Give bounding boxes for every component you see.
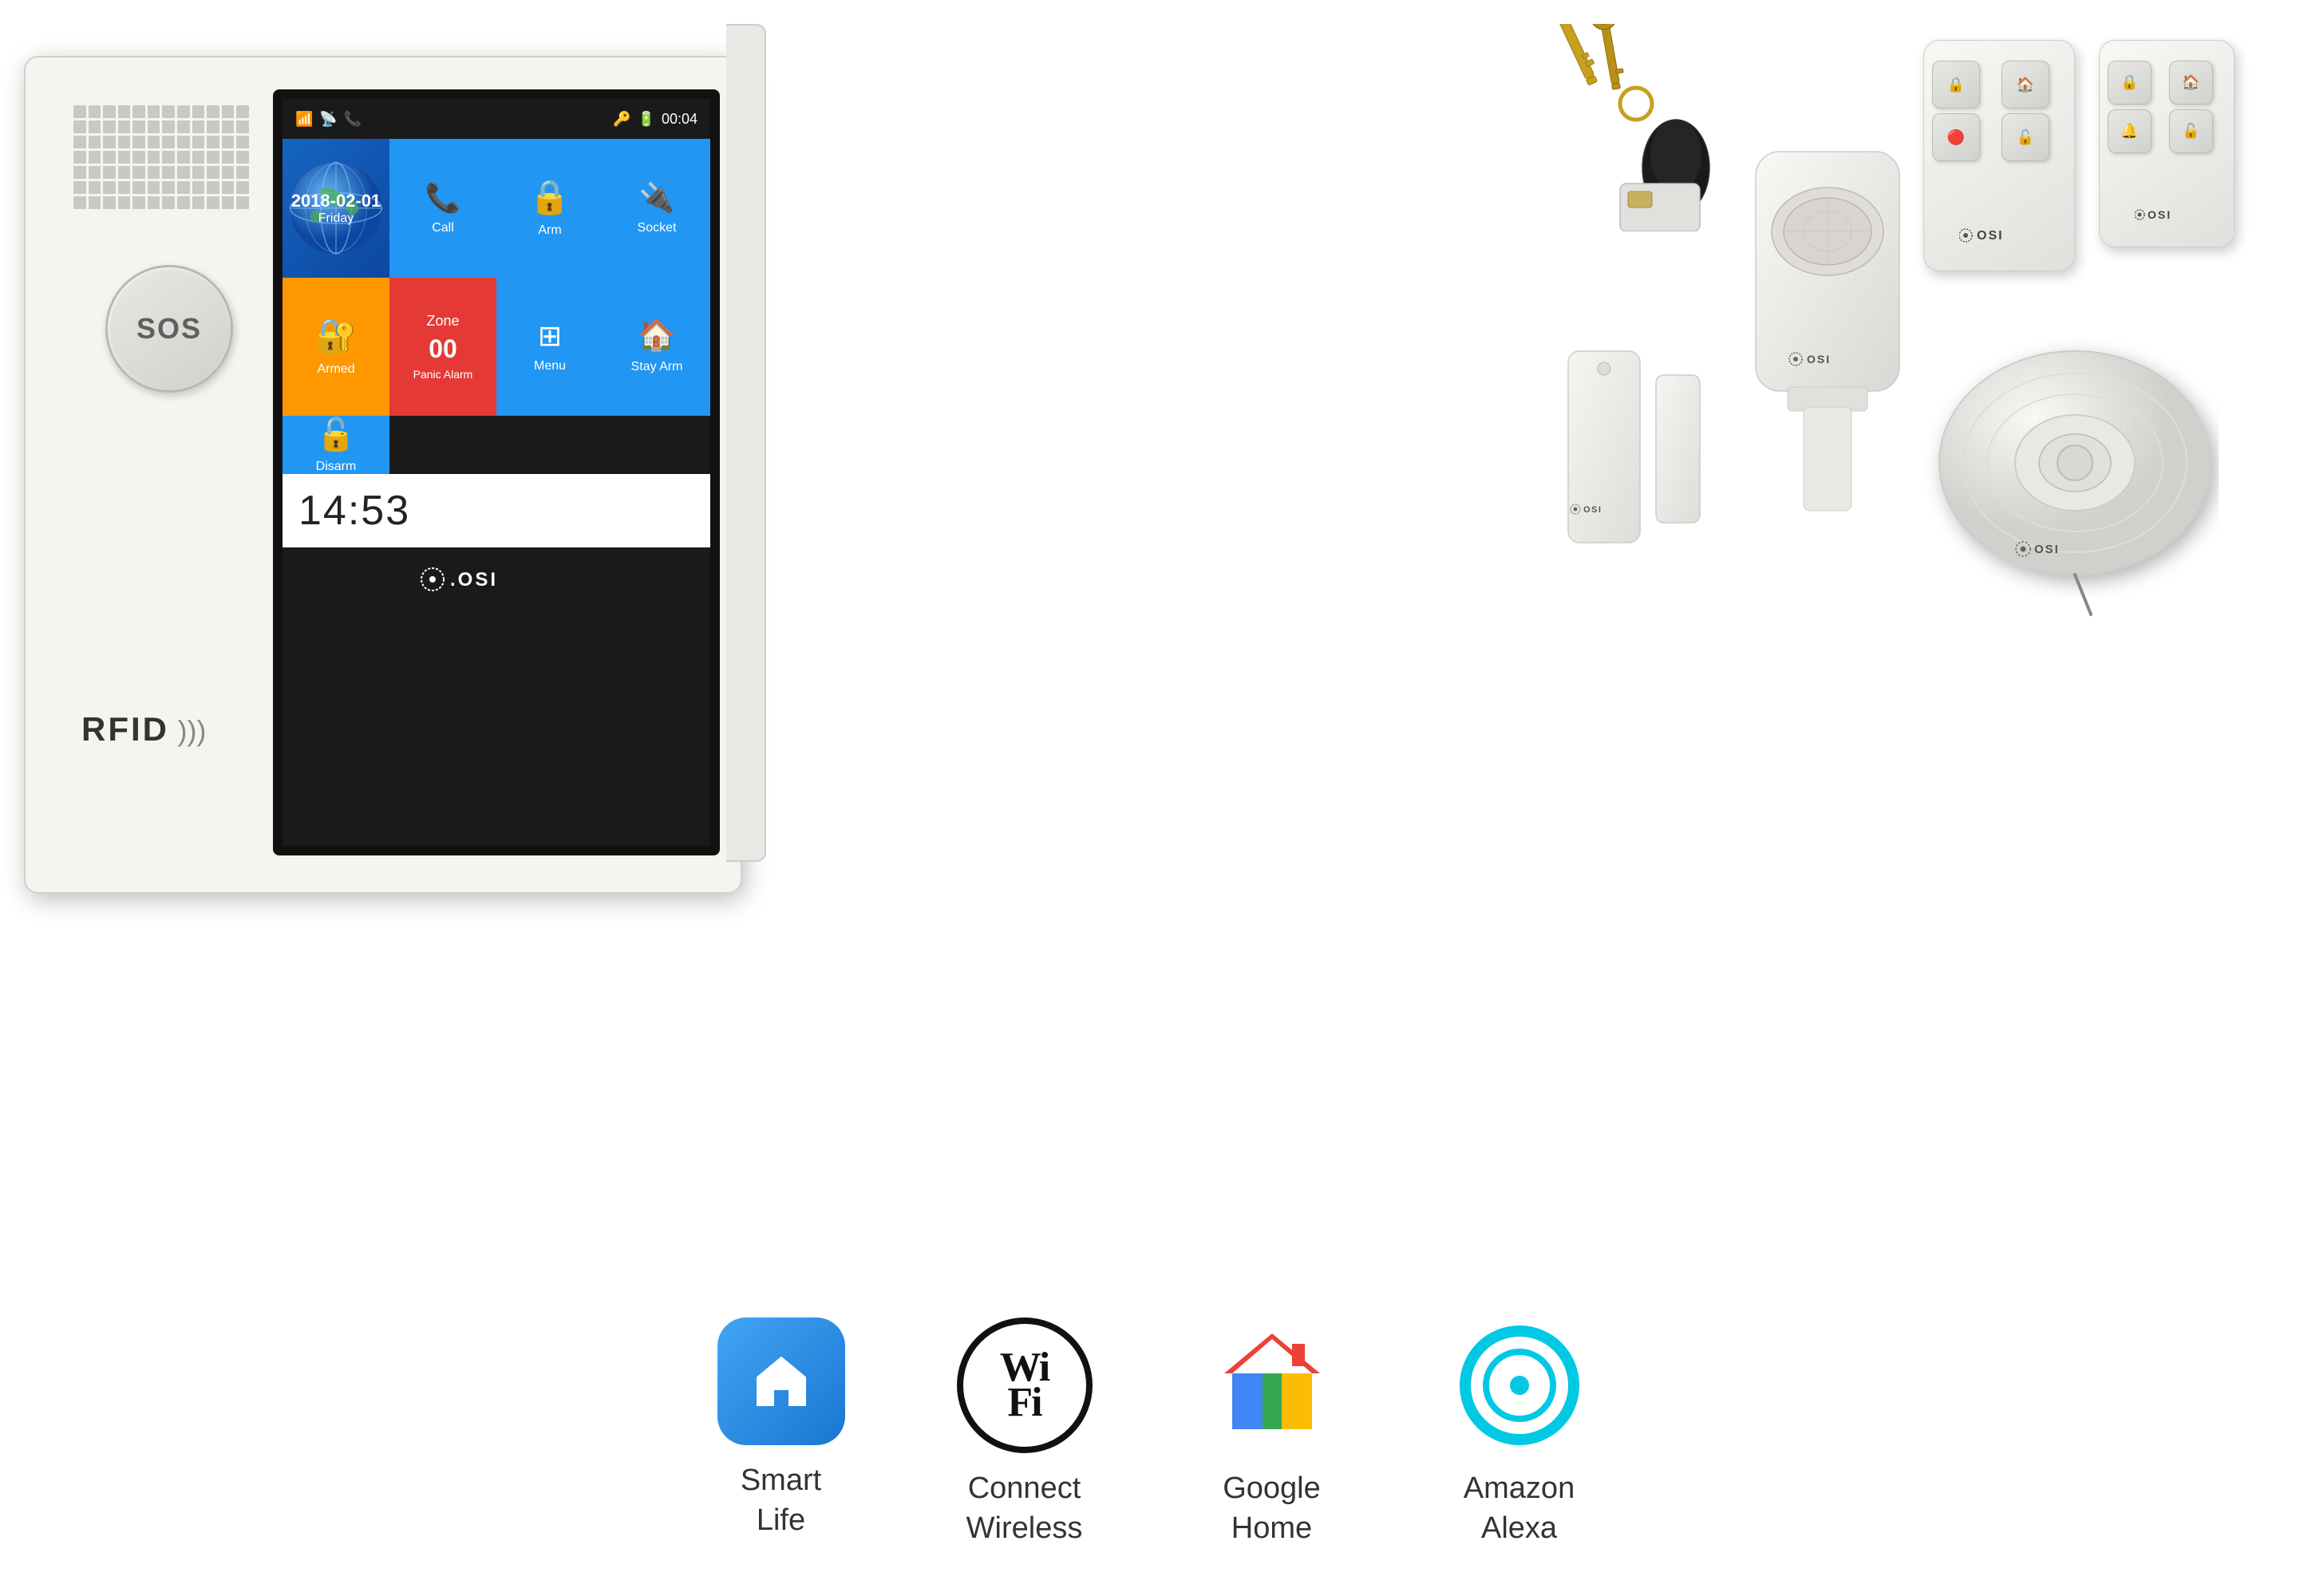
panic-label: Panic Alarm bbox=[413, 368, 473, 381]
pir-sensor: OSI bbox=[1740, 104, 1915, 527]
tile-day-value: Friday bbox=[318, 211, 354, 226]
sos-label: SOS bbox=[136, 312, 202, 346]
speaker-grille: // Will be rendered via JS below bbox=[73, 105, 249, 209]
wifi-group: Wi Fi ConnectWireless bbox=[957, 1317, 1093, 1548]
remote-2-btn-sos[interactable]: 🔔 bbox=[2108, 109, 2152, 153]
arm-icon: 🔒 bbox=[529, 178, 571, 217]
osi-logo-screen: .OSI bbox=[417, 563, 576, 595]
tile-disarm[interactable]: 🔓 Disarm bbox=[283, 416, 389, 474]
status-bar: 📶 📡 📞 🔑 🔋 00:04 bbox=[283, 99, 710, 139]
stay-arm-icon: 🏠 bbox=[638, 318, 675, 354]
tile-armed[interactable]: 🔐 Armed bbox=[283, 278, 389, 417]
alarm-panel: // Will be rendered via JS below SOS RFI… bbox=[24, 56, 742, 894]
armed-icon: 🔐 bbox=[315, 317, 357, 356]
siren-svg: OSI bbox=[1915, 303, 2219, 638]
screen-clock: 14:53 bbox=[283, 474, 710, 547]
tile-socket[interactable]: 🔌 Socket bbox=[603, 139, 710, 278]
menu-label: Menu bbox=[534, 359, 566, 373]
tile-grid: 2018-02-01 Friday 📞 Call 🔒 Arm 🔌 bbox=[283, 139, 710, 474]
socket-icon: 🔌 bbox=[639, 181, 675, 215]
svg-text:OSI: OSI bbox=[1977, 229, 2004, 243]
remotes-group: 🔒 🏠 🔴 🔓 OSI 🔒 🏠 🔔 bbox=[1923, 40, 2235, 271]
disarm-label: Disarm bbox=[316, 460, 357, 474]
remote-btn-sos[interactable]: 🔴 bbox=[1932, 113, 1980, 161]
pir-svg: OSI bbox=[1740, 104, 1915, 527]
clock-time: 14:53 bbox=[298, 488, 410, 534]
remote-btn-unlock[interactable]: 🔓 bbox=[2002, 113, 2049, 161]
alexa-group: AmazonAlexa bbox=[1452, 1317, 1587, 1548]
phone-icon: 📞 bbox=[344, 111, 362, 128]
tile-date-value: 2018-02-01 bbox=[291, 191, 381, 211]
google-home-label: GoogleHome bbox=[1223, 1469, 1321, 1548]
siren: OSI bbox=[1915, 303, 2219, 638]
signal-icon: 📶 bbox=[295, 111, 313, 128]
tile-call[interactable]: 📞 Call bbox=[389, 139, 496, 278]
wifi-label: ConnectWireless bbox=[966, 1469, 1083, 1548]
socket-label: Socket bbox=[638, 221, 677, 235]
remote-btn-lock[interactable]: 🔒 bbox=[1932, 61, 1980, 109]
menu-icon: ⊞ bbox=[538, 319, 562, 353]
product-area: // Will be rendered via JS below SOS RFI… bbox=[24, 24, 2259, 1101]
svg-text:OSI: OSI bbox=[2148, 208, 2172, 221]
remote-2-btn-home[interactable]: 🏠 bbox=[2169, 61, 2213, 105]
keys-svg bbox=[1516, 24, 1772, 231]
key-icon: 🔑 bbox=[613, 111, 630, 128]
tile-stay-arm[interactable]: 🏠 Stay Arm bbox=[603, 278, 710, 417]
remote-2-logo-svg: OSI bbox=[2135, 205, 2199, 224]
panel-edge bbox=[726, 24, 766, 862]
armed-label: Armed bbox=[317, 362, 354, 377]
rfid-label: RFID ))) bbox=[81, 710, 206, 749]
status-right: 🔑 🔋 00:04 bbox=[613, 111, 698, 128]
touch-screen[interactable]: 📶 📡 📞 🔑 🔋 00:04 bbox=[273, 89, 720, 855]
smart-life-icon[interactable] bbox=[717, 1317, 845, 1445]
remote-2: 🔒 🏠 🔔 🔓 OSI bbox=[2099, 40, 2235, 247]
wifi-icon-container[interactable]: Wi Fi bbox=[957, 1317, 1093, 1453]
alexa-label: AmazonAlexa bbox=[1464, 1469, 1575, 1548]
tile-panic[interactable]: Zone 00 Panic Alarm bbox=[389, 278, 496, 417]
door-sensor-svg: OSI bbox=[1564, 335, 1724, 559]
tile-arm[interactable]: 🔒 Arm bbox=[496, 139, 603, 278]
remote-2-btn-lock[interactable]: 🔒 bbox=[2108, 61, 2152, 105]
status-left: 📶 📡 📞 bbox=[295, 111, 362, 128]
smart-life-group: SmartLife bbox=[717, 1317, 845, 1540]
wifi-status-icon: 📡 bbox=[319, 111, 337, 128]
keys-group bbox=[1516, 24, 1772, 231]
door-sensor: OSI bbox=[1564, 335, 1724, 563]
remote-btn-home[interactable]: 🏠 bbox=[2002, 61, 2049, 109]
svg-text:OSI: OSI bbox=[1807, 353, 1831, 365]
alexa-icon[interactable] bbox=[1452, 1317, 1587, 1453]
call-label: Call bbox=[432, 221, 454, 235]
status-time: 00:04 bbox=[662, 111, 698, 128]
disarm-icon: 🔓 bbox=[316, 416, 356, 453]
call-icon: 📞 bbox=[425, 181, 461, 215]
sos-button[interactable]: SOS bbox=[105, 265, 233, 393]
zone-number: 00 bbox=[429, 336, 457, 361]
arm-label: Arm bbox=[538, 223, 561, 238]
remote-2-btn-unlock[interactable]: 🔓 bbox=[2169, 109, 2213, 153]
zone-top-label: Zone bbox=[426, 313, 459, 330]
screen-bottom: .OSI bbox=[283, 547, 710, 611]
rfid-text: RFID bbox=[81, 710, 169, 748]
tile-date[interactable]: 2018-02-01 Friday bbox=[283, 139, 389, 278]
tile-menu[interactable]: ⊞ Menu bbox=[496, 278, 603, 417]
svg-text:OSI: OSI bbox=[1583, 505, 1602, 515]
google-home-icon[interactable] bbox=[1204, 1317, 1340, 1453]
stay-arm-label: Stay Arm bbox=[631, 360, 683, 374]
rfid-waves-icon: ))) bbox=[177, 714, 206, 748]
remote-1: 🔒 🏠 🔴 🔓 OSI bbox=[1923, 40, 2075, 271]
smart-life-label: SmartLife bbox=[741, 1461, 821, 1540]
google-home-group: GoogleHome bbox=[1204, 1317, 1340, 1548]
bottom-section: SmartLife Wi Fi ConnectWireless bbox=[0, 1317, 2304, 1548]
svg-text:.OSI: .OSI bbox=[450, 569, 498, 591]
svg-text:OSI: OSI bbox=[2034, 543, 2060, 556]
battery-icon: 🔋 bbox=[638, 111, 655, 128]
remote-1-logo-svg: OSI bbox=[1959, 224, 2039, 247]
